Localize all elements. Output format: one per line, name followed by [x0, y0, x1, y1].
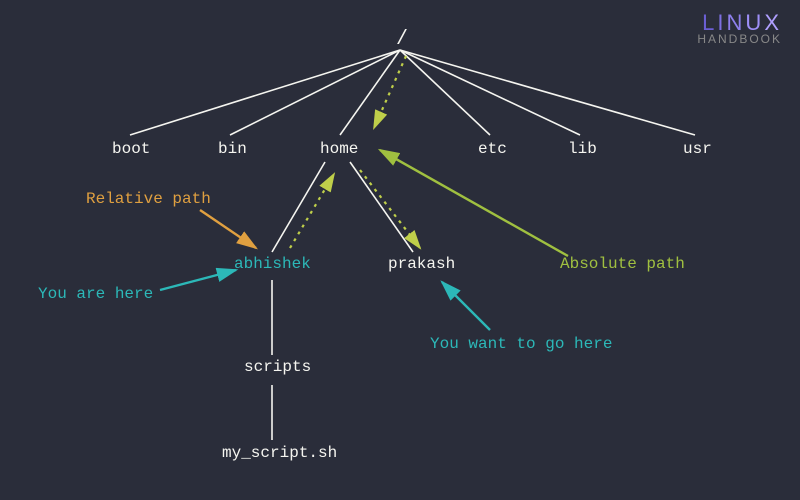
- node-prakash: prakash: [388, 255, 455, 273]
- node-home: home: [320, 140, 358, 158]
- node-usr: usr: [683, 140, 712, 158]
- edge-root-boot: [130, 50, 400, 135]
- edge-root-bin: [230, 50, 400, 135]
- callout-you-are-here: You are here: [38, 285, 153, 303]
- arrow-you-want-to-go-here: [442, 282, 490, 330]
- edge-home-prakash: [350, 162, 413, 252]
- arrow-you-are-here: [160, 270, 236, 290]
- arrow-relative-path-label: [200, 210, 256, 248]
- arrow-absolute-path-label: [380, 150, 568, 256]
- node-abhishek: abhishek: [234, 255, 311, 273]
- edge-root-lib: [400, 50, 580, 135]
- callout-absolute-path: Absolute path: [560, 255, 685, 273]
- node-boot: boot: [112, 140, 150, 158]
- node-my-script: my_script.sh: [222, 444, 337, 462]
- node-scripts: scripts: [244, 358, 311, 376]
- tree-svg: [0, 0, 800, 500]
- node-root: /: [396, 28, 408, 51]
- arrow-relative-down: [360, 170, 420, 248]
- arrow-abs-root-home: [374, 56, 406, 128]
- node-etc: etc: [478, 140, 507, 158]
- callout-you-want-to-go-here: You want to go here: [430, 335, 612, 353]
- edge-home-abhishek: [272, 162, 325, 252]
- node-bin: bin: [218, 140, 247, 158]
- node-lib: lib: [568, 140, 597, 158]
- callout-relative-path: Relative path: [86, 190, 211, 208]
- edge-root-home: [340, 50, 400, 135]
